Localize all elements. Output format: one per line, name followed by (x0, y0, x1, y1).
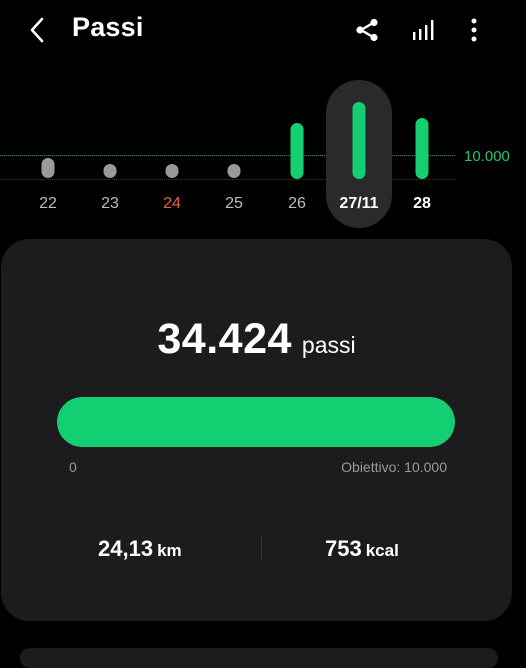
day-label: 24 (163, 195, 181, 212)
day-bar (41, 158, 55, 178)
calories-value: 753 (325, 536, 362, 561)
distance-metric: 24,13 km (98, 536, 182, 562)
distance-value: 24,13 (98, 536, 154, 561)
steps-summary-card[interactable]: 34.424 passi 0 Obiettivo: 10.000 24,13 km … (1, 239, 512, 621)
app-header: Passi (0, 0, 526, 62)
more-options-button[interactable] (459, 14, 489, 46)
steps-value: 34.424 (157, 315, 292, 363)
day-label: 26 (288, 195, 306, 212)
page-title: Passi (72, 12, 144, 42)
steps-unit: passi (301, 332, 356, 358)
chevron-left-icon (30, 17, 44, 43)
share-icon (356, 18, 378, 42)
day-label: 22 (39, 195, 57, 212)
back-button[interactable] (22, 14, 52, 46)
day-bar (352, 102, 366, 179)
day-label: 27/11 (339, 195, 379, 212)
day-26[interactable]: 26 (272, 78, 322, 218)
day-bar (227, 164, 241, 178)
next-card (20, 648, 498, 668)
day-label: 23 (101, 195, 119, 212)
calories-unit: kcal (365, 541, 399, 560)
progress-goal-label: Obiettivo: 10.000 (341, 459, 447, 475)
day-28[interactable]: 28 (397, 78, 447, 218)
steps-progress-fill (57, 397, 455, 447)
day-label: 25 (225, 195, 243, 212)
daily-steps-strip: 10.000 22 23 24 25 26 27/11 28 (0, 78, 526, 228)
distance-unit: km (157, 541, 182, 560)
day-24[interactable]: 24 (147, 78, 197, 218)
share-button[interactable] (352, 14, 382, 46)
day-bar (290, 123, 304, 179)
goal-label: 10.000 (464, 148, 510, 165)
more-vertical-icon (471, 18, 477, 42)
metric-divider (261, 535, 262, 561)
day-22[interactable]: 22 (23, 78, 73, 218)
day-label: 28 (413, 195, 431, 212)
calories-metric: 753 kcal (325, 536, 399, 562)
day-bar (415, 118, 429, 179)
day-25[interactable]: 25 (209, 78, 259, 218)
day-bar (165, 164, 179, 178)
bar-stats-icon (413, 20, 434, 40)
steps-progress-bar (57, 397, 455, 447)
progress-min-label: 0 (69, 459, 77, 475)
steps-count: 34.424 passi (1, 315, 512, 364)
day-23[interactable]: 23 (85, 78, 135, 218)
statistics-button[interactable] (408, 14, 438, 46)
day-bar (103, 164, 117, 178)
day-27-selected[interactable]: 27/11 (334, 78, 384, 218)
